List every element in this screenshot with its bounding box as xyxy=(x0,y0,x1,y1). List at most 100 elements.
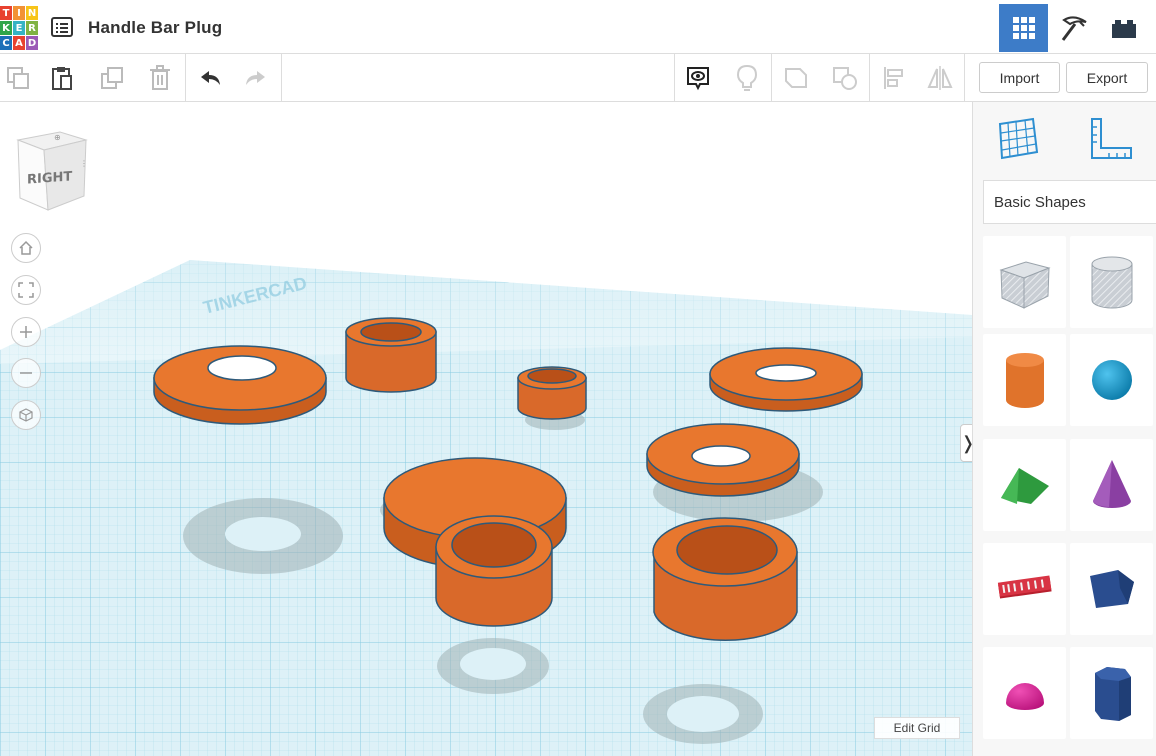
logo-letter: A xyxy=(13,36,25,50)
shapes-category-label: Basic Shapes xyxy=(994,193,1086,211)
logo-letter: T xyxy=(0,6,12,20)
washer-back-right[interactable] xyxy=(709,347,863,412)
logo-letter: R xyxy=(26,21,38,35)
blocks-view-button[interactable] xyxy=(1049,4,1098,52)
hexagonal-prism-icon xyxy=(1094,667,1131,721)
roof-icon xyxy=(1000,468,1049,504)
workplane-scene[interactable]: TINKERCAD xyxy=(0,102,972,756)
tinkercad-logo[interactable]: T I N K E R C A D xyxy=(0,6,38,50)
cylinder-hole-icon xyxy=(1091,256,1132,309)
design-list-icon[interactable] xyxy=(50,16,74,38)
logo-letter: N xyxy=(26,6,38,20)
brick-icon xyxy=(1111,20,1136,38)
copy-button[interactable] xyxy=(0,60,36,96)
svg-text:⊕: ⊕ xyxy=(54,133,61,142)
group-icon xyxy=(785,68,807,88)
cone-icon xyxy=(1092,460,1131,508)
toolbar-divider xyxy=(281,54,282,101)
project-title[interactable]: Handle Bar Plug xyxy=(88,18,222,38)
shape-sphere[interactable] xyxy=(1070,334,1153,426)
notes-button[interactable] xyxy=(680,60,716,96)
tube-back-center[interactable] xyxy=(345,317,437,393)
align-button[interactable] xyxy=(876,60,912,96)
mirror-icon xyxy=(927,66,953,90)
redo-button[interactable] xyxy=(238,60,274,96)
shape-cylinder[interactable] xyxy=(983,334,1066,426)
undo-icon xyxy=(201,71,220,85)
toolbar-divider xyxy=(964,54,965,101)
cube-icon xyxy=(19,408,33,422)
shape-half-sphere[interactable] xyxy=(983,647,1066,739)
shape-box-hole[interactable] xyxy=(983,236,1066,328)
ruler-tool-button[interactable] xyxy=(1087,116,1135,162)
ruler-icon xyxy=(1091,118,1132,159)
plus-icon xyxy=(20,326,32,338)
delete-button[interactable] xyxy=(142,60,178,96)
logo-letter: E xyxy=(13,21,25,35)
view-cube[interactable]: ⊕ ⋮ RIGHT xyxy=(14,128,90,212)
shape-text[interactable] xyxy=(983,543,1066,635)
redo-icon xyxy=(246,71,265,85)
svg-text:⋮: ⋮ xyxy=(80,159,88,168)
logo-letter: D xyxy=(26,36,38,50)
washer-back-left[interactable] xyxy=(153,345,327,425)
3d-view-button[interactable] xyxy=(999,4,1048,52)
home-view-button[interactable] xyxy=(11,233,41,263)
perspective-button[interactable] xyxy=(11,400,41,430)
export-button[interactable]: Export xyxy=(1066,62,1148,93)
bricks-view-button[interactable] xyxy=(1099,4,1148,52)
logo-letter: I xyxy=(13,6,25,20)
tube-front-center[interactable] xyxy=(435,515,553,627)
zoom-out-button[interactable] xyxy=(11,358,41,388)
trash-icon xyxy=(150,65,170,90)
workplane-viewport[interactable]: TINKERCAD ⊕ ⋮ RIGHT Edit Grid xyxy=(0,102,972,756)
edit-toolbar: Import Export xyxy=(0,54,1156,102)
sphere-icon xyxy=(1091,360,1132,400)
shape-hexagonal-prism[interactable] xyxy=(1070,647,1153,739)
tube-small[interactable] xyxy=(517,366,587,420)
mirror-button[interactable] xyxy=(922,60,958,96)
group-button[interactable] xyxy=(778,60,814,96)
logo-letter: C xyxy=(0,36,12,50)
box-hole-icon xyxy=(998,261,1051,309)
workplane-icon xyxy=(998,117,1039,160)
undo-button[interactable] xyxy=(192,60,228,96)
toolbar-divider xyxy=(771,54,772,101)
lightbulb-button[interactable] xyxy=(729,60,765,96)
zoom-in-button[interactable] xyxy=(11,317,41,347)
polygon-icon xyxy=(1089,570,1134,608)
pickaxe-icon xyxy=(1061,16,1087,41)
cylinder-icon xyxy=(1005,353,1044,408)
paste-icon xyxy=(52,67,72,90)
view-cube-face-label[interactable]: RIGHT xyxy=(27,169,72,187)
shapes-category-select[interactable]: Basic Shapes xyxy=(983,180,1156,224)
ungroup-icon xyxy=(833,67,857,90)
shape-cone[interactable] xyxy=(1070,439,1153,531)
text-shape-icon xyxy=(997,575,1052,599)
fit-view-icon xyxy=(18,282,34,298)
speech-bubble-eye-icon xyxy=(687,67,709,91)
workplane-tool-button[interactable] xyxy=(997,116,1041,160)
minus-icon xyxy=(20,372,32,374)
duplicate-button[interactable] xyxy=(94,60,130,96)
tube-front-right[interactable] xyxy=(652,517,798,641)
home-icon xyxy=(19,240,33,255)
ungroup-button[interactable] xyxy=(827,60,863,96)
grid-icon xyxy=(1012,17,1035,39)
toolbar-divider xyxy=(674,54,675,101)
edit-grid-button[interactable]: Edit Grid xyxy=(874,717,960,739)
shape-polygon[interactable] xyxy=(1070,543,1153,635)
shape-roof[interactable] xyxy=(983,439,1066,531)
half-sphere-icon xyxy=(1005,683,1044,710)
paste-button[interactable] xyxy=(44,60,80,96)
import-button[interactable]: Import xyxy=(979,62,1060,93)
align-icon xyxy=(884,67,903,89)
shapes-panel: Basic Shapes xyxy=(972,102,1156,756)
toolbar-divider xyxy=(185,54,186,101)
shape-cylinder-hole[interactable] xyxy=(1070,236,1153,328)
toolbar-divider xyxy=(869,54,870,101)
washer-middle-right[interactable] xyxy=(646,423,800,497)
logo-letter: K xyxy=(0,21,12,35)
fit-view-button[interactable] xyxy=(11,275,41,305)
copy-icon xyxy=(7,67,29,89)
